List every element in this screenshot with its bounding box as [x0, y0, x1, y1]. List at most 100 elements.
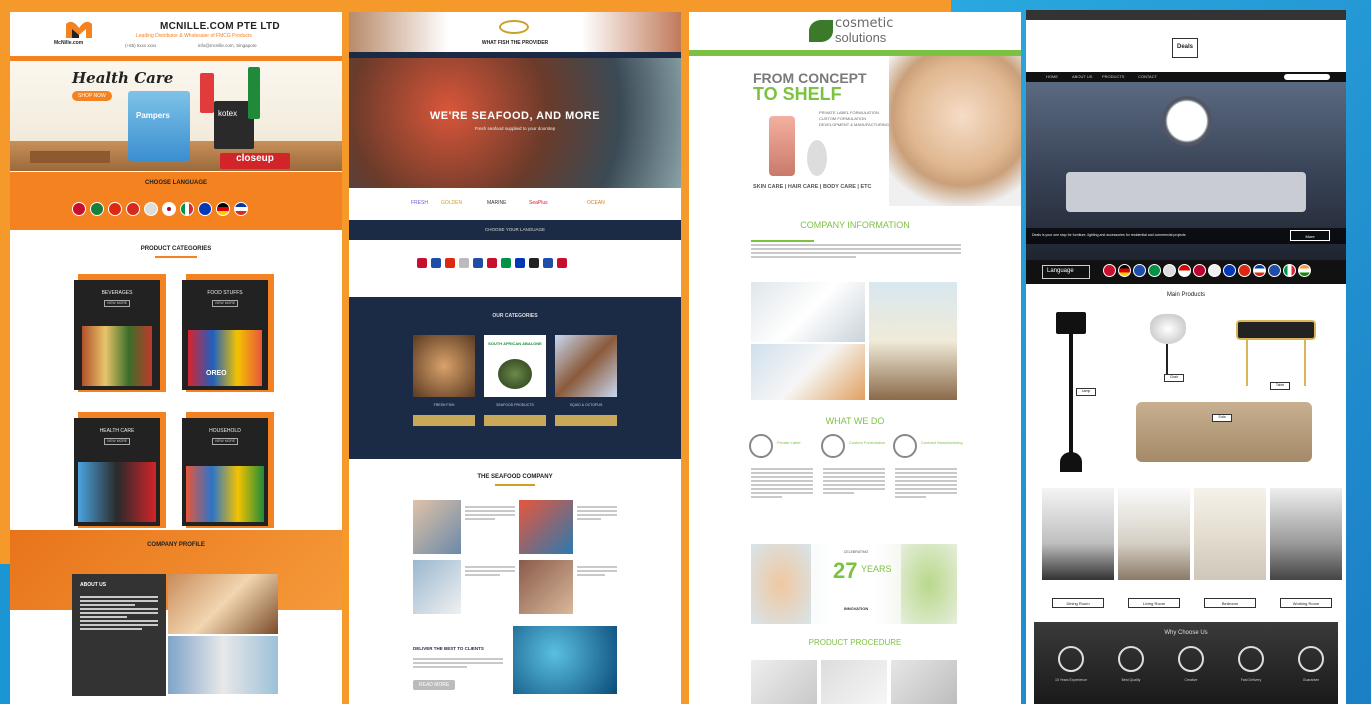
product-button[interactable]	[484, 415, 546, 426]
p4-why-title: Why Choose Us	[1164, 630, 1208, 636]
nav-item[interactable]: CONTACT	[1138, 74, 1157, 79]
company-text-1	[465, 504, 515, 522]
company-photo-1	[413, 500, 461, 554]
category-label: FOOD STUFFS	[207, 290, 243, 296]
product-button[interactable]	[555, 415, 617, 426]
room-button[interactable]: Bedroom	[1204, 598, 1256, 608]
product-label: FRESH FISH	[433, 403, 455, 407]
product-button[interactable]	[413, 415, 475, 426]
flag-icon[interactable]	[1223, 264, 1236, 277]
category-card-healthcare[interactable]: HEALTH CARE VIEW MORE	[74, 418, 160, 526]
p4-hero-button[interactable]: More	[1290, 230, 1330, 241]
flag-icon[interactable]	[1133, 264, 1146, 277]
nav-item[interactable]: ABOUT US	[1072, 74, 1092, 79]
service-text-3	[895, 466, 957, 500]
flag-icon[interactable]	[1268, 264, 1281, 277]
crab-flag-icon[interactable]	[514, 257, 526, 269]
category-view-button[interactable]: VIEW MORE	[104, 438, 130, 445]
chair-leg-image	[1166, 344, 1168, 374]
p2-dive-button[interactable]: READ MORE	[413, 680, 456, 690]
flag-icon[interactable]	[1148, 264, 1161, 277]
p3-header: cosmetic solutions	[689, 12, 1021, 50]
p4-hero-caption: Deals is your one stop for furniture, li…	[1032, 233, 1186, 237]
room-photo-bedroom[interactable]	[1194, 488, 1266, 580]
room-photo-dining[interactable]	[1042, 488, 1114, 580]
crab-flag-icon[interactable]	[486, 257, 498, 269]
years-bottom: INNOVATION	[843, 606, 869, 611]
delivery-icon	[1238, 646, 1264, 672]
p1-hero-button[interactable]: SHOP NOW	[72, 91, 112, 101]
lamp-base-image	[1060, 452, 1082, 472]
flag-icon[interactable]	[1163, 264, 1176, 277]
flag-icon[interactable]	[1283, 264, 1296, 277]
p4-language-label[interactable]: Language	[1042, 265, 1090, 279]
category-card-beverages[interactable]: BEVERAGES VIEW MORE	[74, 280, 160, 390]
flag-icon[interactable]	[198, 202, 212, 216]
p2-hero-seafood: WE'RE SEAFOOD, AND MORE Fresh seafood su…	[349, 58, 681, 188]
crab-flag-icon[interactable]	[444, 257, 456, 269]
flag-icon[interactable]	[1178, 264, 1191, 277]
product-bottle-green	[248, 67, 260, 119]
crab-flag-icon[interactable]	[430, 257, 442, 269]
lamp-pole-image	[1069, 334, 1073, 454]
flag-icon[interactable]	[162, 202, 176, 216]
category-card-foodstuffs[interactable]: FOOD STUFFS VIEW MORE OREO	[182, 280, 268, 390]
p2-language-label: CHOOSE YOUR LANGUAGE	[485, 227, 545, 232]
closeup-box: closeup	[220, 153, 290, 169]
product-tag[interactable]: Sofa	[1212, 414, 1232, 422]
flag-icon[interactable]	[1193, 264, 1206, 277]
why-item-label: Fast Delivery	[1240, 678, 1262, 682]
flag-icon[interactable]	[1253, 264, 1266, 277]
nav-item[interactable]: PRODUCTS	[1102, 74, 1124, 79]
p2-header-title: WHAT FISH THE PROVIDER	[481, 40, 549, 46]
p3-what-title: WHAT WE DO	[825, 416, 885, 426]
p4-logo[interactable]: Deals	[1172, 38, 1198, 58]
room-photo-working[interactable]	[1270, 488, 1342, 580]
nav-item[interactable]: HOME	[1046, 74, 1058, 79]
flag-icon[interactable]	[1238, 264, 1251, 277]
search-input[interactable]	[1284, 74, 1330, 80]
flag-icon[interactable]	[72, 202, 86, 216]
crab-flag-icon[interactable]	[556, 257, 568, 269]
p1-contact-phone: (+65) 6xxx xxxx	[125, 43, 157, 48]
flag-icon[interactable]	[90, 202, 104, 216]
room-button[interactable]: Working Room	[1280, 598, 1332, 608]
p1-language-section: CHOOSE LANGUAGE	[10, 172, 342, 230]
flag-icon[interactable]	[234, 202, 248, 216]
seafood-website-mockup: WHAT FISH THE PROVIDER WE'RE SEAFOOD, AN…	[349, 12, 681, 704]
crab-flag-icon[interactable]	[458, 257, 470, 269]
room-button[interactable]: Living Room	[1128, 598, 1180, 608]
p1-hero-note	[30, 151, 110, 163]
category-label: HOUSEHOLD	[209, 428, 241, 434]
flag-icon[interactable]	[108, 202, 122, 216]
crab-flag-icon[interactable]	[472, 257, 484, 269]
flag-icon[interactable]	[1118, 264, 1131, 277]
crab-flag-icon[interactable]	[500, 257, 512, 269]
product-tag[interactable]: Chair	[1164, 374, 1184, 382]
flag-icon[interactable]	[144, 202, 158, 216]
cosmetic-website-mockup: cosmetic solutions FROM CONCEPT TO SHELF…	[689, 12, 1021, 704]
category-card-household[interactable]: HOUSEHOLD VIEW MORE	[182, 418, 268, 526]
flag-icon[interactable]	[180, 202, 194, 216]
crab-flag-icon[interactable]	[416, 257, 428, 269]
product-tag[interactable]: Table	[1270, 382, 1290, 390]
flag-icon[interactable]	[126, 202, 140, 216]
flag-icon[interactable]	[1298, 264, 1311, 277]
flag-icon[interactable]	[1208, 264, 1221, 277]
lab-photo-2	[751, 344, 865, 400]
room-button[interactable]: Dining Room	[1052, 598, 1104, 608]
crab-flag-icon[interactable]	[528, 257, 540, 269]
flag-icon[interactable]	[216, 202, 230, 216]
category-view-button[interactable]: VIEW MORE	[104, 300, 130, 307]
product-tag[interactable]: Lamp	[1076, 388, 1096, 396]
oreo-label: OREO	[206, 370, 227, 377]
room-photo-living[interactable]	[1118, 488, 1190, 580]
flag-icon[interactable]	[1103, 264, 1116, 277]
p4-hero-caption-bar: Deals is your one stop for furniture, li…	[1026, 228, 1346, 244]
category-view-button[interactable]: VIEW MORE	[212, 300, 238, 307]
crab-flag-icon[interactable]	[542, 257, 554, 269]
family-shopping-photo	[168, 574, 278, 634]
beverages-products-image	[82, 326, 152, 386]
manufacturing-icon	[893, 434, 917, 458]
category-view-button[interactable]: VIEW MORE	[212, 438, 238, 445]
